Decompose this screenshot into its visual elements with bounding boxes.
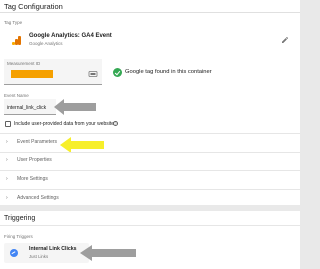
triggering-header: Triggering <box>0 211 300 226</box>
section-divider <box>0 170 300 171</box>
section-more-settings[interactable]: › More Settings <box>0 172 300 188</box>
link-click-trigger-icon <box>10 249 18 257</box>
gray-annotation-arrow <box>80 245 136 261</box>
measurement-id-redacted-value <box>11 70 53 78</box>
tag-configuration-title: Tag Configuration <box>4 2 63 11</box>
section-divider <box>0 133 300 134</box>
chevron-right-icon: › <box>6 195 8 201</box>
tag-type-label: Tag Type <box>4 20 23 25</box>
check-circle-icon <box>113 68 122 77</box>
firing-triggers-label: Firing Triggers <box>4 234 33 239</box>
chevron-right-icon: › <box>6 157 8 163</box>
section-user-properties[interactable]: › User Properties <box>0 153 300 169</box>
trigger-subtitle: Just Links <box>29 254 49 259</box>
chevron-right-icon: › <box>6 176 8 182</box>
tag-type-subtitle: Google Analytics <box>29 41 63 46</box>
variable-picker-icon[interactable] <box>88 70 98 78</box>
section-event-parameters[interactable]: › Event Parameters <box>0 135 300 151</box>
section-label: User Properties <box>17 157 52 163</box>
include-user-data-label: Include user-provided data from your web… <box>14 121 115 127</box>
google-tag-status-text: Google tag found in this container <box>125 69 212 75</box>
tag-configuration-header: Tag Configuration <box>0 0 300 13</box>
section-label: Advanced Settings <box>17 195 59 201</box>
gray-annotation-arrow <box>54 99 96 115</box>
google-analytics-icon <box>12 36 21 45</box>
include-user-data-checkbox[interactable] <box>5 121 11 127</box>
chevron-right-icon: › <box>6 139 8 145</box>
section-label: Event Parameters <box>17 139 58 145</box>
measurement-id-label: Measurement ID <box>7 61 41 66</box>
event-name-label: Event Name <box>4 93 29 98</box>
help-icon[interactable]: ? <box>113 121 118 126</box>
triggering-title: Triggering <box>4 215 36 222</box>
event-name-value: internal_link_click <box>7 105 47 111</box>
section-divider <box>0 189 300 190</box>
section-label: More Settings <box>17 176 48 182</box>
trigger-name: Internal Link Clicks <box>29 246 77 252</box>
tag-type-name: Google Analytics: GA4 Event <box>29 33 112 39</box>
pencil-icon[interactable] <box>281 36 289 44</box>
